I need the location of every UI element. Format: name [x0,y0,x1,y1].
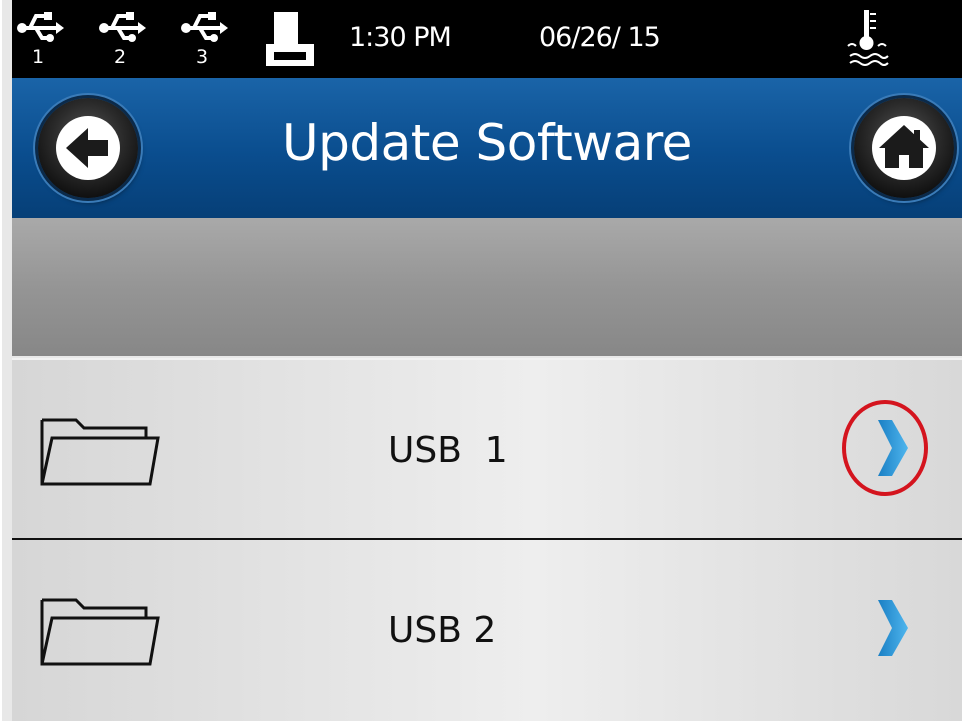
list-item-usb-2[interactable]: USB 2 [12,540,962,721]
path-bar [12,218,962,356]
list-item-label: USB 1 [388,430,508,471]
list-item-usb-1[interactable]: USB 1 [12,358,962,540]
usb-port-number: 3 [196,46,209,68]
usb-port-number: 2 [114,46,127,68]
device-screen: 1 2 3 1:30 PM 06/26/ 15 Update Software … [2,0,962,721]
usb-port-2-indicator: 2 [98,10,146,68]
usb-icon [99,12,146,42]
home-icon [872,116,936,180]
usb-icon [181,12,228,42]
clock-date: 06/26/ 15 [539,22,661,53]
clock-time: 1:30 PM [349,22,452,53]
page-title: Update Software [282,114,692,172]
chevron-right-icon[interactable] [872,596,912,660]
usb-port-3-indicator: 3 [180,10,228,68]
list-item-label: USB 2 [388,610,497,651]
usb-port-1-indicator: 1 [16,10,64,68]
temperature-icon [842,6,892,70]
highlight-circle [842,400,928,496]
status-bar: 1 2 3 1:30 PM 06/26/ 15 [12,0,962,78]
printer-icon [264,10,316,70]
home-button[interactable] [854,98,954,198]
title-bar: Update Software [12,78,962,218]
usb-port-number: 1 [32,46,45,68]
folder-icon [40,418,160,486]
usb-icon [17,12,64,42]
folder-icon [40,598,160,666]
